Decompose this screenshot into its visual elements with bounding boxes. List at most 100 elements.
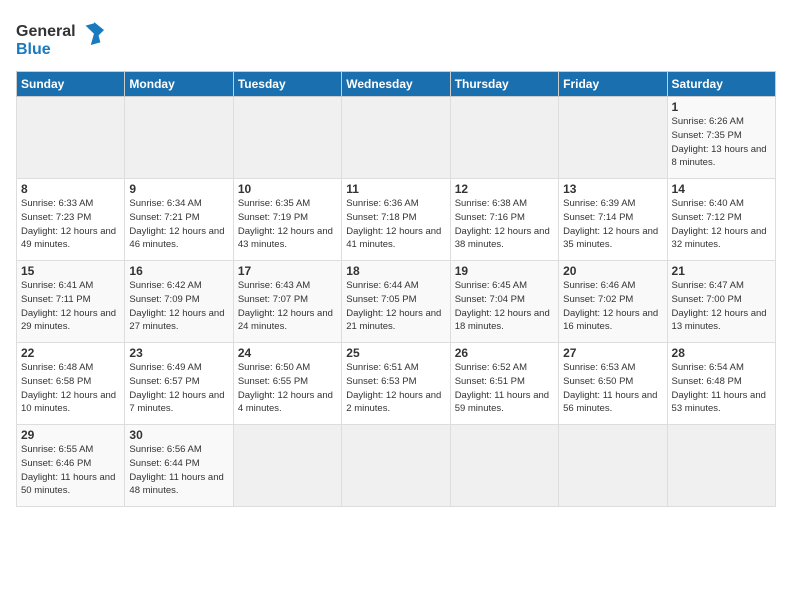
sunrise-text: Sunrise: 6:33 AM [21, 198, 93, 209]
day-number: 22 [21, 346, 120, 360]
calendar-cell [233, 97, 341, 179]
sunset-text: Sunset: 6:44 PM [129, 458, 199, 469]
day-info: Sunrise: 6:47 AMSunset: 7:00 PMDaylight:… [672, 279, 771, 334]
calendar-page: General Blue SundayMondayTuesdayWednesda… [0, 0, 792, 612]
calendar-cell [667, 425, 775, 507]
day-number: 19 [455, 264, 554, 278]
sunset-text: Sunset: 7:21 PM [129, 212, 199, 223]
sunrise-text: Sunrise: 6:35 AM [238, 198, 310, 209]
sunrise-text: Sunrise: 6:46 AM [563, 280, 635, 291]
day-info: Sunrise: 6:45 AMSunset: 7:04 PMDaylight:… [455, 279, 554, 334]
sunrise-text: Sunrise: 6:47 AM [672, 280, 744, 291]
sunset-text: Sunset: 7:11 PM [21, 294, 91, 305]
sunrise-text: Sunrise: 6:40 AM [672, 198, 744, 209]
day-info: Sunrise: 6:50 AM Sunset: 6:55 PM Daylight:… [238, 361, 337, 416]
calendar-week-2: 15Sunrise: 6:41 AMSunset: 7:11 PMDayligh… [17, 261, 776, 343]
day-info: Sunrise: 6:36 AMSunset: 7:18 PMDaylight:… [346, 197, 445, 252]
sunrise-text: Sunrise: 6:50 AM [238, 362, 310, 373]
day-header-thursday: Thursday [450, 72, 558, 97]
calendar-cell: 21Sunrise: 6:47 AMSunset: 7:00 PMDayligh… [667, 261, 775, 343]
sunset-text: Sunset: 7:14 PM [563, 212, 633, 223]
day-info: Sunrise: 6:51 AMSunset: 6:53 PMDaylight:… [346, 361, 445, 416]
daylight-text: Daylight: 12 hours and 4 minutes. [238, 390, 333, 415]
daylight-text: Daylight: 12 hours and 24 minutes. [238, 308, 333, 333]
sunset-text: Sunset: 6:50 PM [563, 376, 633, 387]
sunrise-text: Sunrise: 6:53 AM [563, 362, 635, 373]
day-header-tuesday: Tuesday [233, 72, 341, 97]
day-info: Sunrise: 6:54 AMSunset: 6:48 PMDaylight:… [672, 361, 771, 416]
day-info: Sunrise: 6:33 AMSunset: 7:23 PMDaylight:… [21, 197, 120, 252]
sunrise-text: Sunrise: 6:51 AM [346, 362, 418, 373]
day-number: 16 [129, 264, 228, 278]
day-number: 28 [672, 346, 771, 360]
generalblue-logo: General Blue [16, 16, 106, 61]
day-number: 27 [563, 346, 662, 360]
day-info: Sunrise: 6:41 AMSunset: 7:11 PMDaylight:… [21, 279, 120, 334]
calendar-cell [233, 425, 341, 507]
sunset-text: Sunset: 6:48 PM [672, 376, 742, 387]
sunrise-text: Sunrise: 6:34 AM [129, 198, 201, 209]
day-header-wednesday: Wednesday [342, 72, 450, 97]
daylight-text: Daylight: 12 hours and 38 minutes. [455, 226, 550, 251]
daylight-text: Daylight: 12 hours and 35 minutes. [563, 226, 658, 251]
day-info: Sunrise: 6:44 AMSunset: 7:05 PMDaylight:… [346, 279, 445, 334]
sunrise-text: Sunrise: 6:36 AM [346, 198, 418, 209]
day-info: Sunrise: 6:39 AM Sunset: 7:14 PM Daylight:… [563, 197, 662, 252]
sunrise-text: Sunrise: 6:49 AM [129, 362, 201, 373]
calendar-cell: 11Sunrise: 6:36 AMSunset: 7:18 PMDayligh… [342, 179, 450, 261]
sunset-text: Sunset: 7:12 PM [672, 212, 742, 223]
sunset-text: Sunset: 7:09 PM [129, 294, 199, 305]
day-info: Sunrise: 6:35 AM Sunset: 7:19 PM Daylight:… [238, 197, 337, 252]
calendar-cell [125, 97, 233, 179]
calendar-cell: 19Sunrise: 6:45 AMSunset: 7:04 PMDayligh… [450, 261, 558, 343]
calendar-cell: 14Sunrise: 6:40 AMSunset: 7:12 PMDayligh… [667, 179, 775, 261]
day-header-saturday: Saturday [667, 72, 775, 97]
day-number: 25 [346, 346, 445, 360]
calendar-cell: 24Sunrise: 6:50 AMSunset: 6:55 PMDayligh… [233, 343, 341, 425]
daylight-text: Daylight: 12 hours and 13 minutes. [672, 308, 767, 333]
day-number: 23 [129, 346, 228, 360]
calendar-cell: 30Sunrise: 6:56 AMSunset: 6:44 PMDayligh… [125, 425, 233, 507]
sunset-text: Sunset: 7:18 PM [346, 212, 416, 223]
sunrise-text: Sunrise: 6:39 AM [563, 198, 635, 209]
page-header: General Blue [16, 16, 776, 61]
sunrise-text: Sunrise: 6:54 AM [672, 362, 744, 373]
day-number: 12 [455, 182, 554, 196]
sunset-text: Sunset: 7:19 PM [238, 212, 308, 223]
day-number: 29 [21, 428, 120, 442]
calendar-cell: 8Sunrise: 6:33 AMSunset: 7:23 PMDaylight… [17, 179, 125, 261]
daylight-text: Daylight: 12 hours and 7 minutes. [129, 390, 224, 415]
calendar-cell: 25Sunrise: 6:51 AMSunset: 6:53 PMDayligh… [342, 343, 450, 425]
daylight-text: Daylight: 11 hours and 56 minutes. [563, 390, 657, 415]
daylight-text: Daylight: 12 hours and 10 minutes. [21, 390, 116, 415]
daylight-text: Daylight: 12 hours and 29 minutes. [21, 308, 116, 333]
sunrise-text: Sunrise: 6:42 AM [129, 280, 201, 291]
calendar-cell: 16Sunrise: 6:42 AMSunset: 7:09 PMDayligh… [125, 261, 233, 343]
day-number: 21 [672, 264, 771, 278]
calendar-cell [342, 425, 450, 507]
sunset-text: Sunset: 6:46 PM [21, 458, 91, 469]
calendar-cell [559, 97, 667, 179]
day-number: 13 [563, 182, 662, 196]
sunset-text: Sunset: 6:51 PM [455, 376, 525, 387]
day-number: 9 [129, 182, 228, 196]
calendar-header-row: SundayMondayTuesdayWednesdayThursdayFrid… [17, 72, 776, 97]
sunset-text: Sunset: 6:55 PM [238, 376, 308, 387]
calendar-cell [450, 97, 558, 179]
sunset-text: Sunset: 7:07 PM [238, 294, 308, 305]
calendar-cell: 22Sunrise: 6:48 AMSunset: 6:58 PMDayligh… [17, 343, 125, 425]
calendar-cell: 18Sunrise: 6:44 AMSunset: 7:05 PMDayligh… [342, 261, 450, 343]
day-number: 18 [346, 264, 445, 278]
sunset-text: Sunset: 7:04 PM [455, 294, 525, 305]
calendar-cell [450, 425, 558, 507]
daylight-text: Daylight: 12 hours and 18 minutes. [455, 308, 550, 333]
daylight-text: Daylight: 12 hours and 16 minutes. [563, 308, 658, 333]
sunset-text: Sunset: 6:57 PM [129, 376, 199, 387]
daylight-text: Daylight: 12 hours and 43 minutes. [238, 226, 333, 251]
day-info: Sunrise: 6:26 AMSunset: 7:35 PMDaylight:… [672, 115, 771, 170]
calendar-cell: 12Sunrise: 6:38 AMSunset: 7:16 PMDayligh… [450, 179, 558, 261]
daylight-text: Daylight: 12 hours and 21 minutes. [346, 308, 441, 333]
day-number: 30 [129, 428, 228, 442]
day-info: Sunrise: 6:55 AMSunset: 6:46 PMDaylight:… [21, 443, 120, 498]
calendar-cell [17, 97, 125, 179]
